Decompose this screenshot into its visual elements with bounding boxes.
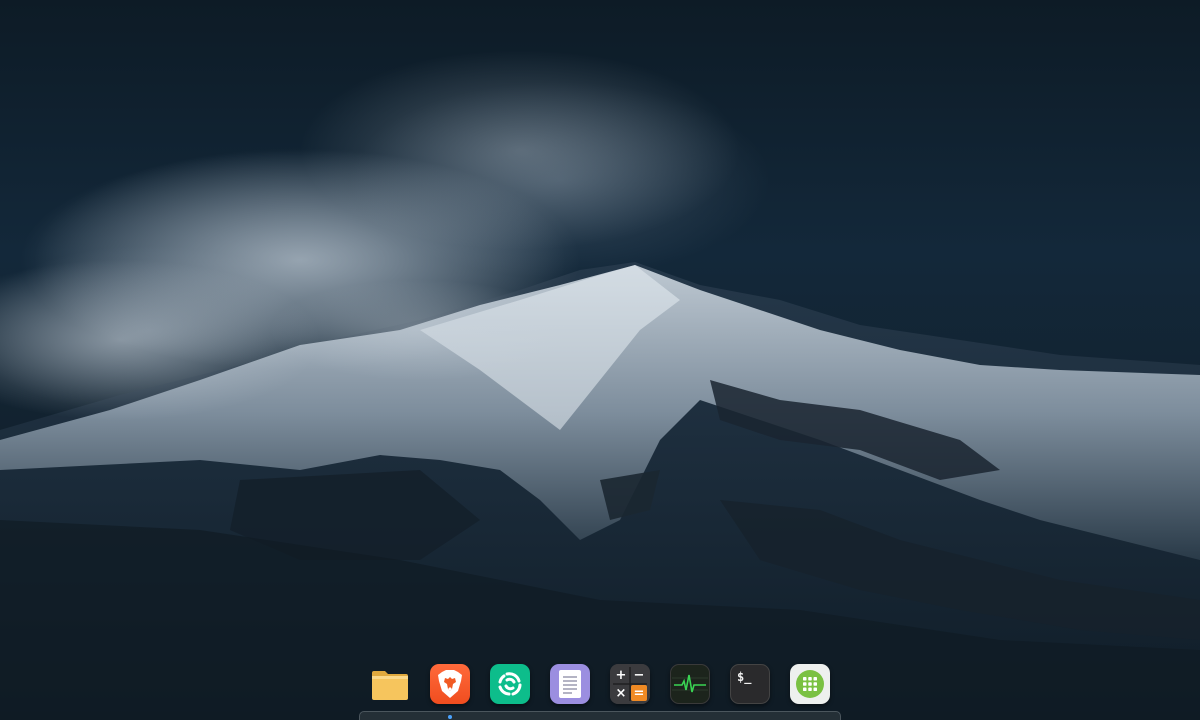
terminal-prompt: $_ [737, 670, 752, 684]
dock: + − × = $_ [358, 658, 842, 710]
app-grid-icon [795, 669, 825, 699]
dock-item-terminal[interactable]: $_ [730, 664, 770, 704]
dock-shelf [359, 711, 841, 720]
dock-item-system-monitor[interactable] [670, 664, 710, 704]
dock-item-files[interactable] [370, 664, 410, 704]
document-icon [557, 669, 583, 699]
dock-item-brave-browser[interactable] [430, 664, 470, 704]
activity-icon [672, 672, 708, 696]
calculator-equals: = [634, 686, 645, 701]
calculator-minus: − [634, 668, 645, 683]
wallpaper [0, 0, 1200, 720]
calculator-times: × [616, 686, 627, 701]
brave-lion-icon [436, 669, 464, 699]
running-indicator [448, 715, 452, 719]
calculator-plus: + [616, 668, 627, 683]
dock-item-text-editor[interactable] [550, 664, 590, 704]
calculator-icon: + − × = [610, 664, 650, 704]
dock-item-app-launcher[interactable] [790, 664, 830, 704]
element-icon [496, 670, 524, 698]
dock-item-element[interactable] [490, 664, 530, 704]
desktop[interactable]: + − × = $_ [0, 0, 1200, 720]
dock-item-calculator[interactable]: + − × = [610, 664, 650, 704]
folder-icon [370, 664, 410, 704]
